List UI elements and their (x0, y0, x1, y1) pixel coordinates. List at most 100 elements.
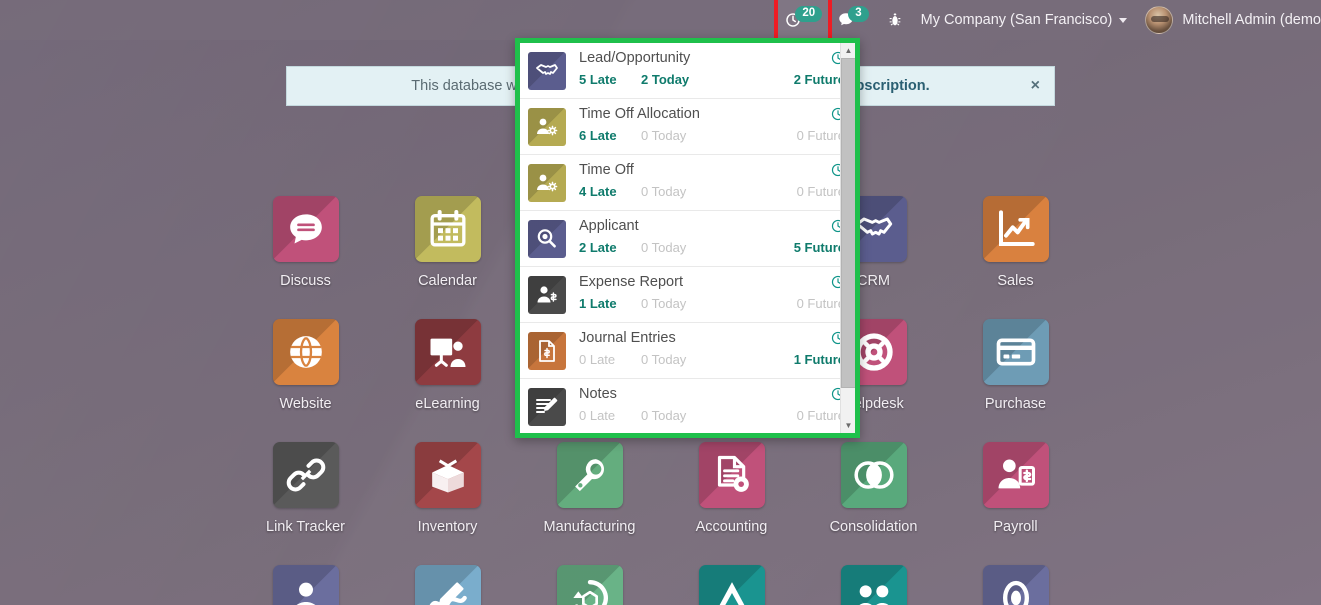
app-label: Calendar (418, 273, 477, 289)
app-tile-people-icon[interactable] (803, 565, 945, 605)
sign-pencil-icon (414, 565, 481, 605)
person-dollar-icon (528, 276, 566, 314)
app-label: Inventory (417, 519, 478, 535)
app-tile-accounting[interactable]: Accounting (661, 442, 803, 565)
activity-late-count[interactable]: 0 Late (579, 352, 641, 367)
person-gear-icon (528, 164, 566, 202)
handshake-icon (528, 52, 566, 90)
activity-model-name: Lead/Opportunity (579, 50, 691, 66)
activity-today-count[interactable]: 0 Today (641, 408, 773, 423)
user-avatar (1145, 6, 1174, 34)
app-tile-purchase[interactable]: Purchase (945, 319, 1087, 442)
activity-row[interactable]: Time Off Allocation 6 Late 0 Today 0 Future (520, 99, 855, 155)
activity-menu-button[interactable]: 20 (774, 0, 833, 44)
activity-future-count[interactable]: 1 Future (773, 352, 845, 367)
app-label: Discuss (280, 273, 331, 289)
activity-future-count[interactable]: 5 Future (773, 240, 845, 255)
app-tile-triangle-icon[interactable] (661, 565, 803, 605)
debug-menu-button[interactable] (878, 0, 912, 40)
triangle-icon (698, 565, 765, 605)
open-box-icon (414, 442, 481, 508)
activity-late-count[interactable]: 4 Late (579, 184, 641, 199)
app-label: CRM (856, 273, 891, 289)
app-label: Sales (997, 273, 1034, 289)
messages-menu-button[interactable]: 3 (828, 0, 877, 40)
activity-row[interactable]: Lead/Opportunity 5 Late 2 Today 2 Future (520, 43, 855, 99)
app-tile-elearning[interactable]: eLearning (377, 319, 519, 442)
app-label: Accounting (695, 519, 768, 535)
app-label: Link Tracker (266, 519, 345, 535)
app-tile-person-icon[interactable] (235, 565, 377, 605)
app-tile-discuss[interactable]: Discuss (235, 196, 377, 319)
activity-model-name: Applicant (579, 218, 639, 234)
activity-late-count[interactable]: 2 Late (579, 240, 641, 255)
activity-today-count[interactable]: 0 Today (641, 128, 773, 143)
activity-row[interactable]: Time Off 4 Late 0 Today 0 Future (520, 155, 855, 211)
app-tile-payroll[interactable]: Payroll (945, 442, 1087, 565)
activity-today-count[interactable]: 0 Today (641, 184, 773, 199)
app-tile-link-tracker[interactable]: Link Tracker (235, 442, 377, 565)
activity-late-count[interactable]: 0 Late (579, 408, 641, 423)
activity-future-count[interactable]: 0 Future (773, 408, 845, 423)
activity-today-count[interactable]: 2 Today (641, 72, 773, 87)
scrollbar-thumb[interactable] (841, 58, 855, 388)
chain-link-icon (272, 442, 339, 508)
activity-row[interactable]: Expense Report 1 Late 0 Today 0 Future (520, 267, 855, 323)
activity-today-count[interactable]: 0 Today (641, 240, 773, 255)
banner-close-button[interactable]: × (1031, 77, 1040, 95)
activity-late-count[interactable]: 1 Late (579, 296, 641, 311)
bug-icon (887, 12, 903, 28)
company-label: My Company (San Francisco) (920, 12, 1113, 28)
scroll-down-arrow-icon[interactable]: ▼ (841, 418, 855, 433)
person-icon (272, 565, 339, 605)
document-gear-icon (698, 442, 765, 508)
app-label: Consolidation (829, 519, 918, 535)
activity-future-count[interactable]: 0 Future (773, 184, 845, 199)
app-tile-sales[interactable]: Sales (945, 196, 1087, 319)
people-icon (840, 565, 907, 605)
chat-icon (272, 196, 339, 262)
app-tile-calendar[interactable]: Calendar (377, 196, 519, 319)
scroll-up-arrow-icon[interactable]: ▲ (841, 43, 855, 58)
app-label: Payroll (993, 519, 1038, 535)
app-label: Website (279, 396, 332, 412)
activity-scrollbar[interactable]: ▲ ▼ (840, 43, 855, 433)
app-label: Manufacturing (543, 519, 636, 535)
calendar-icon (414, 196, 481, 262)
app-tile-sign-pencil-icon[interactable] (377, 565, 519, 605)
app-tile-recycle-box-icon[interactable] (519, 565, 661, 605)
note-pencil-icon (528, 388, 566, 426)
activity-future-count[interactable]: 0 Future (773, 296, 845, 311)
person-money-icon (982, 442, 1049, 508)
app-tile-consolidation[interactable]: Consolidation (803, 442, 945, 565)
activity-count-badge: 20 (795, 6, 823, 22)
activity-model-name: Time Off Allocation (579, 106, 700, 122)
activity-row[interactable]: Notes 0 Late 0 Today 0 Future (520, 379, 855, 433)
activity-late-count[interactable]: 6 Late (579, 128, 641, 143)
recycle-box-icon (556, 565, 623, 605)
app-label: Purchase (984, 396, 1047, 412)
activity-row[interactable]: Applicant 2 Late 0 Today 5 Future (520, 211, 855, 267)
company-selector[interactable]: My Company (San Francisco) (912, 0, 1137, 40)
activity-today-count[interactable]: 0 Today (641, 296, 773, 311)
activity-model-name: Notes (579, 386, 617, 402)
activity-model-name: Time Off (579, 162, 634, 178)
app-tile-inventory[interactable]: Inventory (377, 442, 519, 565)
activity-model-name: Journal Entries (579, 330, 676, 346)
activity-list: Lead/Opportunity 5 Late 2 Today 2 Future Tim… (520, 43, 855, 433)
wrench-icon (556, 442, 623, 508)
eye-icon (982, 565, 1049, 605)
activity-late-count[interactable]: 5 Late (579, 72, 641, 87)
app-tile-eye-icon[interactable] (945, 565, 1087, 605)
chart-up-icon (982, 196, 1049, 262)
magnifier-icon (528, 220, 566, 258)
app-tile-website[interactable]: Website (235, 319, 377, 442)
user-menu-button[interactable]: Mitchell Admin (demo (1136, 0, 1321, 40)
activity-row[interactable]: Journal Entries 0 Late 0 Today 1 Future (520, 323, 855, 379)
activity-today-count[interactable]: 0 Today (641, 352, 773, 367)
activity-future-count[interactable]: 2 Future (773, 72, 845, 87)
app-tile-manufacturing[interactable]: Manufacturing (519, 442, 661, 565)
venn-circles-icon (840, 442, 907, 508)
activity-future-count[interactable]: 0 Future (773, 128, 845, 143)
credit-card-icon (982, 319, 1049, 385)
